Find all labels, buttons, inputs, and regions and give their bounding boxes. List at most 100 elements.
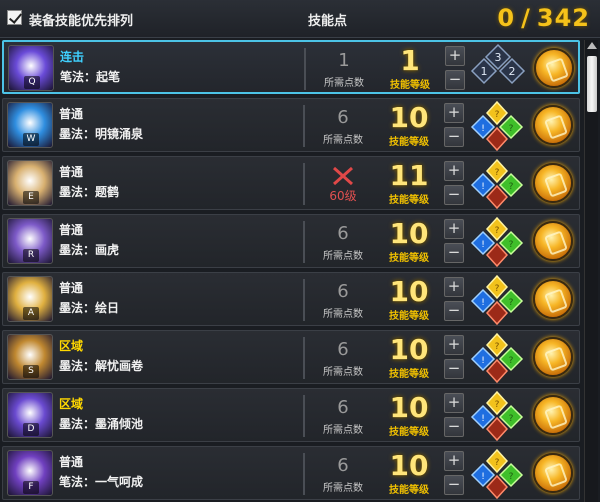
required-points-label: 所需点数: [323, 135, 363, 146]
skill-row[interactable]: A 普通 墨法：绘日 6 所需点数 10 技能等级 + − ? ! ?: [2, 272, 580, 326]
level-up-button[interactable]: +: [444, 277, 464, 297]
rune-slots-icon[interactable]: ? ! ?: [467, 274, 527, 326]
required-points-label: 所需点数: [323, 251, 363, 262]
skill-type: 普通: [59, 165, 84, 179]
golden-orb-icon[interactable]: [533, 337, 573, 377]
header-bar: 装备技能优先排列 技能点 0/342: [0, 0, 600, 38]
skill-row[interactable]: R 普通 墨法：画虎 6 所需点数 10 技能等级 + − ? ! ?: [2, 214, 580, 268]
rune-slots-icon[interactable]: ? ! ?: [467, 100, 527, 152]
level-up-button[interactable]: +: [444, 451, 464, 471]
level-up-button[interactable]: +: [444, 393, 464, 413]
svg-text:?: ?: [495, 342, 500, 352]
skill-level-value: 10: [389, 391, 429, 424]
svg-text:?: ?: [495, 226, 500, 236]
skill-name: 墨法：墨涌倾池: [59, 417, 144, 431]
required-points-value: 6: [337, 455, 349, 476]
svg-text:?: ?: [509, 124, 514, 134]
skill-level-label: 技能等级: [389, 195, 429, 206]
rune-number: 3: [495, 51, 502, 64]
svg-text:?: ?: [495, 458, 500, 468]
required-points-label: 所需点数: [323, 483, 363, 494]
svg-text:!: !: [481, 182, 485, 192]
skill-icon[interactable]: Q: [8, 45, 54, 91]
skill-icon[interactable]: D: [7, 392, 53, 438]
skill-icon[interactable]: S: [7, 334, 53, 380]
required-points-value: 6: [337, 107, 349, 128]
level-down-button[interactable]: −: [444, 301, 464, 321]
skill-type: 区域: [59, 339, 84, 353]
skill-row[interactable]: S 区域 墨法：解忧画卷 6 所需点数 10 技能等级 + − ? ! ?: [2, 330, 580, 384]
skill-type: 普通: [59, 223, 84, 237]
golden-orb-icon[interactable]: [533, 221, 573, 261]
rune-slots-icon[interactable]: ? ! ?: [467, 216, 527, 268]
level-up-button[interactable]: +: [444, 103, 464, 123]
level-up-button[interactable]: +: [445, 46, 465, 66]
level-down-button[interactable]: −: [444, 475, 464, 495]
row-divider: [303, 453, 305, 495]
row-divider: [303, 337, 305, 379]
svg-text:?: ?: [509, 356, 514, 366]
skill-points-title: 技能点: [308, 14, 348, 29]
svg-text:!: !: [481, 414, 485, 424]
skill-icon[interactable]: W: [7, 102, 53, 148]
row-divider: [304, 48, 306, 90]
level-up-button[interactable]: +: [444, 161, 464, 181]
rune-slots-icon[interactable]: ? ! ?: [467, 158, 527, 210]
required-points-label: 所需点数: [323, 425, 363, 436]
skill-name: 墨法：画虎: [59, 243, 120, 257]
level-down-button[interactable]: −: [444, 185, 464, 205]
level-down-button[interactable]: −: [445, 70, 465, 90]
golden-orb-icon[interactable]: [533, 453, 573, 493]
scroll-up-arrow-icon[interactable]: [587, 42, 597, 49]
skill-level-label: 技能等级: [389, 427, 429, 438]
row-divider: [303, 279, 305, 321]
level-down-button[interactable]: −: [444, 359, 464, 379]
required-points-label: 所需点数: [324, 78, 364, 89]
skill-points-counter: 0/342: [497, 4, 590, 32]
skill-row[interactable]: Q 连击 笔法：起笔 1 所需点数 1 技能等级 + − 3 1 2: [2, 40, 580, 94]
equipped-first-checkbox[interactable]: [7, 10, 22, 25]
rune-slots-icon[interactable]: ? ! ?: [467, 390, 527, 442]
required-points-label: 所需点数: [323, 309, 363, 320]
skill-name: 墨法：题鹤: [59, 185, 120, 199]
rune-slots-icon[interactable]: ? ! ?: [467, 448, 527, 500]
level-up-button[interactable]: +: [444, 219, 464, 239]
hotkey-badge: R: [23, 249, 39, 262]
level-down-button[interactable]: −: [444, 127, 464, 147]
svg-text:?: ?: [509, 240, 514, 250]
skill-icon[interactable]: E: [7, 160, 53, 206]
row-divider: [303, 395, 305, 437]
level-down-button[interactable]: −: [444, 417, 464, 437]
skill-points-total: 342: [536, 4, 590, 32]
skill-row[interactable]: E 普通 墨法：题鹤 60级 11 技能等级 + − ? ! ?: [2, 156, 580, 210]
skill-row[interactable]: W 普通 墨法：明镜涌泉 6 所需点数 10 技能等级 + − ? ! ?: [2, 98, 580, 152]
scrollbar[interactable]: [584, 40, 598, 502]
skill-points-current: 0: [497, 4, 516, 32]
golden-orb-icon[interactable]: [533, 279, 573, 319]
skill-type: 普通: [59, 281, 84, 295]
skill-row[interactable]: F 普通 笔法：一气呵成 6 所需点数 10 技能等级 + − ? ! ?: [2, 446, 580, 500]
level-down-button[interactable]: −: [444, 243, 464, 263]
golden-orb-icon[interactable]: [533, 105, 573, 145]
equipped-first-label: 装备技能优先排列: [29, 14, 134, 29]
rune-slots-icon[interactable]: 3 1 2: [468, 43, 528, 95]
skill-name: 笔法：起笔: [60, 70, 121, 84]
svg-text:!: !: [481, 472, 485, 482]
golden-orb-icon[interactable]: [533, 163, 573, 203]
skill-level-value: 1: [400, 44, 420, 77]
rune-slots-icon[interactable]: ? ! ?: [467, 332, 527, 384]
scroll-thumb[interactable]: [587, 56, 597, 112]
skill-icon[interactable]: R: [7, 218, 53, 264]
skill-row[interactable]: D 区域 墨法：墨涌倾池 6 所需点数 10 技能等级 + − ? ! ?: [2, 388, 580, 442]
golden-orb-icon[interactable]: [533, 395, 573, 435]
skill-icon[interactable]: A: [7, 276, 53, 322]
skill-level-label: 技能等级: [389, 485, 429, 496]
required-points-value: 6: [337, 281, 349, 302]
svg-text:?: ?: [495, 284, 500, 294]
skill-icon[interactable]: F: [7, 450, 53, 496]
golden-orb-icon[interactable]: [534, 48, 574, 88]
required-points-value: 1: [338, 50, 350, 71]
level-up-button[interactable]: +: [444, 335, 464, 355]
required-points-value: 6: [337, 339, 349, 360]
rune-number: 1: [481, 65, 488, 78]
